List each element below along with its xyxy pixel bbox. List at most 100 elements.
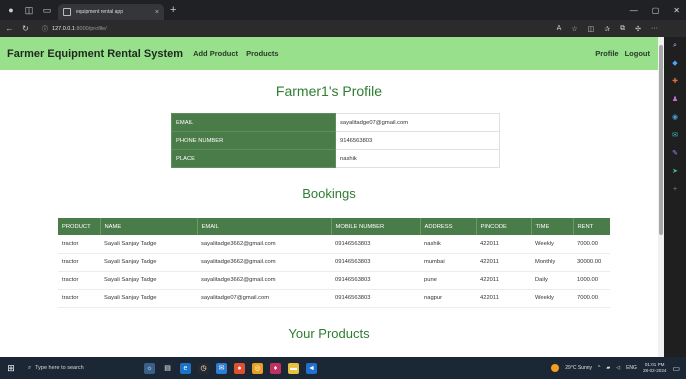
drop-icon[interactable]: ➤ <box>672 167 678 176</box>
cell: 422011 <box>476 289 531 308</box>
search-icon[interactable]: ⌕ <box>673 41 677 50</box>
cell: tractor <box>58 289 100 308</box>
cell: 7000.00 <box>573 289 610 308</box>
nav-products[interactable]: Products <box>246 49 279 58</box>
nav-logout[interactable]: Logout <box>625 49 650 58</box>
bookings-title: Bookings <box>302 186 356 201</box>
cell: Monthly <box>531 253 573 272</box>
weather-text[interactable]: 29°C Sunny <box>565 365 592 371</box>
edge-sidebar: ⌕ ◆ ✚ ♟ ◉ ✉ ✎ ➤ + <box>664 37 686 357</box>
col-header: EMAIL <box>197 218 332 235</box>
cell: Sayali Sanjay Tadge <box>100 289 197 308</box>
table-row: tractor Sayali Sanjay Tadge sayalitadge0… <box>58 289 610 308</box>
language-indicator[interactable]: ENG <box>626 365 637 371</box>
profile-row-phone: PHONE NUMBER 9146563803 <box>171 131 500 150</box>
cell: pune <box>420 271 476 290</box>
cell: 09146563803 <box>331 235 420 254</box>
network-icon[interactable]: ▰ <box>606 365 610 371</box>
tab-actions-icon[interactable]: ▭ <box>40 0 54 20</box>
taskbar-search[interactable]: ⌕ Type here to search <box>22 357 134 379</box>
file-explorer-icon[interactable]: ▬ <box>288 362 299 374</box>
clock-app-icon[interactable]: ◷ <box>198 362 209 374</box>
cell: 422011 <box>476 235 531 254</box>
mail-icon[interactable]: ✉ <box>216 362 227 374</box>
nav-profile[interactable]: Profile <box>595 49 618 58</box>
url-host: 127.0.0.1 <box>52 25 75 32</box>
browser-tab-bar: ● ◫ ▭ equipment rental app × + — ▢ ✕ <box>0 0 686 20</box>
outlook-icon[interactable]: ✉ <box>672 131 678 140</box>
search-icon: ⌕ <box>28 364 32 371</box>
cell: 1000.00 <box>573 271 610 290</box>
your-products-title: Your Products <box>288 326 370 341</box>
office-app-icon[interactable]: ● <box>234 362 245 374</box>
new-tab-button[interactable]: + <box>170 4 176 16</box>
cell: sayalitadge3662@gmail.com <box>197 253 331 272</box>
tools-icon[interactable]: ✚ <box>672 77 678 86</box>
vscode-icon[interactable]: ◄ <box>306 362 317 374</box>
widgets-icon[interactable]: ☼ <box>144 362 155 374</box>
scrollbar-thumb[interactable] <box>659 45 663 235</box>
cell: Weekly <box>531 289 573 308</box>
task-view-icon[interactable]: ▤ <box>162 363 173 374</box>
add-tool-icon[interactable]: + <box>673 185 677 194</box>
chrome-icon[interactable]: ◎ <box>252 362 263 374</box>
browser-tab[interactable]: equipment rental app × <box>58 4 164 20</box>
collections-icon[interactable]: ⧉ <box>620 25 625 33</box>
site-info-icon[interactable]: ⓘ <box>42 24 48 33</box>
browser-toolbar: A ☆ ◫ ✰ ⧉ ✣ ··· <box>557 20 658 37</box>
cell: Daily <box>531 271 573 290</box>
profile-value: sayalitadge07@gmail.com <box>335 113 500 132</box>
cell: 7000.00 <box>573 235 610 254</box>
profile-value: nashik <box>335 149 500 168</box>
close-window-button[interactable]: ✕ <box>673 6 680 15</box>
cell: nagpur <box>420 289 476 308</box>
profile-label: EMAIL <box>171 113 336 132</box>
games-icon[interactable]: ♟ <box>672 95 678 104</box>
minimize-button[interactable]: — <box>630 6 638 15</box>
cell: 09146563803 <box>331 271 420 290</box>
read-aloud-icon[interactable]: A <box>557 25 562 32</box>
designer-icon[interactable]: ✎ <box>672 149 678 158</box>
tray-chevron-icon[interactable]: ^ <box>598 365 600 371</box>
page-content: Farmer Equipment Rental System Add Produ… <box>0 37 658 357</box>
bookings-header-row: PRODUCT NAME EMAIL MOBILE NUMBER ADDRESS… <box>58 218 610 235</box>
close-tab-icon[interactable]: × <box>155 9 159 16</box>
profile-avatar-icon[interactable]: ● <box>4 0 18 20</box>
site-brand[interactable]: Farmer Equipment Rental System <box>7 48 183 60</box>
clock-date: 28-02-2024 <box>642 368 667 373</box>
url-field[interactable]: ⓘ 127.0.0.1:8000/profile/ <box>42 24 107 34</box>
cell: 09146563803 <box>331 253 420 272</box>
favorites-icon[interactable]: ✰ <box>604 25 610 33</box>
profile-value: 9146563803 <box>335 131 500 150</box>
col-header: NAME <box>100 218 198 235</box>
col-header: PRODUCT <box>58 218 101 235</box>
clock[interactable]: 01:01 PM 28-02-2024 <box>643 362 667 374</box>
office-icon[interactable]: ◉ <box>672 113 678 122</box>
tab-title: equipment rental app <box>76 9 123 15</box>
app-icon[interactable]: ♦ <box>270 362 281 374</box>
split-screen-icon[interactable]: ◫ <box>588 25 595 33</box>
workspaces-icon[interactable]: ◫ <box>22 0 36 20</box>
maximize-button[interactable]: ▢ <box>652 6 660 15</box>
back-arrow-icon[interactable]: ← <box>3 24 16 33</box>
cell: 422011 <box>476 271 531 290</box>
edge-browser-icon[interactable]: e <box>180 362 191 374</box>
site-navbar: Farmer Equipment Rental System Add Produ… <box>0 37 658 70</box>
cell: sayalitadge3662@gmail.com <box>197 271 331 290</box>
profile-table: EMAIL sayalitadge07@gmail.com PHONE NUMB… <box>171 113 500 168</box>
favorite-star-icon[interactable]: ☆ <box>571 25 577 33</box>
cell: tractor <box>58 271 100 290</box>
more-options-icon[interactable]: ··· <box>651 25 658 32</box>
page-favicon-icon <box>63 8 71 16</box>
volume-icon[interactable]: ◁ <box>616 365 620 371</box>
cell: 09146563803 <box>331 289 420 308</box>
windows-start-icon[interactable]: ⊞ <box>0 363 22 374</box>
nav-add-product[interactable]: Add Product <box>193 49 238 58</box>
profile-row-place: PLACE nashik <box>171 149 500 168</box>
refresh-icon[interactable]: ↻ <box>19 24 32 33</box>
url-path: :8000/profile/ <box>74 25 107 32</box>
discover-icon[interactable]: ◆ <box>672 59 677 68</box>
extensions-icon[interactable]: ✣ <box>635 25 641 33</box>
notifications-icon[interactable]: ▭ <box>672 364 680 373</box>
cell: Sayali Sanjay Tadge <box>100 235 197 254</box>
